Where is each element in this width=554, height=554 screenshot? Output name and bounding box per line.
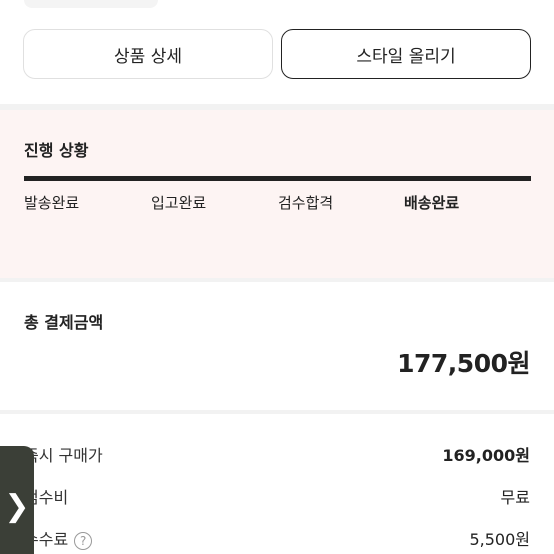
top-placeholder-bar <box>24 0 158 8</box>
instant-price-value: 169,000원 <box>442 446 530 465</box>
total-payment-label: 총 결제금액 <box>24 313 104 332</box>
step-inspection-passed: 검수합격 <box>278 194 334 212</box>
style-upload-button[interactable]: 스타일 올리기 <box>281 29 531 79</box>
question-circle-icon[interactable]: ? <box>74 531 93 550</box>
instant-price-label: 즉시 구매가 <box>24 446 103 465</box>
progress-section <box>0 110 554 278</box>
chevron-right-icon: ❯ <box>4 488 30 524</box>
total-payment-amount: 177,500원 <box>397 349 530 378</box>
progress-bar <box>24 176 531 181</box>
inspection-fee-value: 무료 <box>500 488 530 507</box>
commission-row: 수수료? <box>24 526 93 550</box>
commission-value: 5,500원 <box>469 530 530 549</box>
product-detail-button[interactable]: 상품 상세 <box>23 29 273 79</box>
side-drawer-handle[interactable]: ❯ <box>0 446 34 554</box>
step-received: 입고완료 <box>151 194 207 212</box>
progress-title: 진행 상황 <box>24 141 89 160</box>
section-divider <box>0 278 554 282</box>
section-divider <box>0 410 554 414</box>
step-shipped: 발송완료 <box>24 194 80 212</box>
action-buttons: 상품 상세 스타일 올리기 <box>23 29 531 79</box>
step-delivered: 배송완료 <box>404 194 460 212</box>
